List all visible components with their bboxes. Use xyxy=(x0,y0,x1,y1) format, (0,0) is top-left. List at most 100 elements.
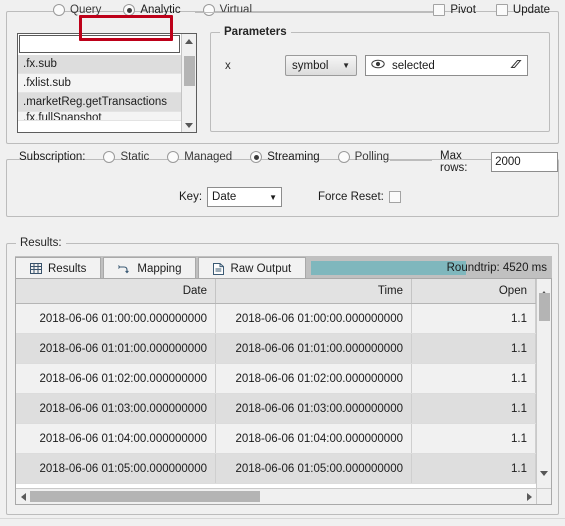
results-panel: Results: Results Mapping Raw Output Roun… xyxy=(6,237,559,515)
results-table[interactable]: Date Time Open 2018-06-06 01:00:00.00000… xyxy=(15,278,552,505)
table-scroll-thumb[interactable] xyxy=(539,293,550,321)
header-divider-rule xyxy=(195,12,435,13)
table-row[interactable]: 2018-06-06 01:00:00.000000000 2018-06-06… xyxy=(16,304,536,334)
radio-streaming[interactable]: Streaming xyxy=(250,151,320,163)
roundtrip-status-area: Roundtrip: 4520 ms xyxy=(308,257,552,279)
subscription-divider-rule xyxy=(390,160,432,161)
radio-polling-label: Polling xyxy=(354,151,390,163)
table-horizontal-scrollbar[interactable] xyxy=(16,488,551,504)
results-table-body-area: Date Time Open 2018-06-06 01:00:00.00000… xyxy=(16,279,551,488)
force-reset-checkbox[interactable] xyxy=(388,191,401,203)
table-grid-icon xyxy=(30,263,42,274)
mode-radio-group: Query Analytic Virtual xyxy=(53,4,252,16)
cell-time: 2018-06-06 01:03:00.000000000 xyxy=(216,394,412,423)
table-rows: 2018-06-06 01:00:00.000000000 2018-06-06… xyxy=(16,304,536,488)
tab-mapping[interactable]: Mapping xyxy=(103,257,197,279)
cell-time: 2018-06-06 01:01:00.000000000 xyxy=(216,334,412,363)
parameter-type-value: symbol xyxy=(292,59,329,72)
list-item[interactable]: .fx.fullSnapshot xyxy=(18,112,181,121)
radio-virtual[interactable]: Virtual xyxy=(202,4,252,16)
column-header-open[interactable]: Open xyxy=(412,279,536,303)
radio-query-indicator xyxy=(53,4,65,16)
listbox-vertical-scrollbar[interactable] xyxy=(181,34,196,132)
radio-virtual-indicator xyxy=(202,4,215,16)
subscription-label: Subscription: xyxy=(19,151,86,163)
table-row[interactable]: 2018-06-06 01:04:00.000000000 2018-06-06… xyxy=(16,424,536,454)
hscroll-thumb[interactable] xyxy=(30,491,260,502)
cell-open: 1.1 xyxy=(412,304,536,333)
list-item[interactable]: .marketReg.getTransactions xyxy=(18,93,181,112)
hscroll-track[interactable] xyxy=(30,489,522,504)
radio-static[interactable]: Static xyxy=(103,151,149,163)
force-reset-label: Force Reset: xyxy=(318,191,384,203)
radio-static-label: Static xyxy=(120,151,150,163)
tab-results[interactable]: Results xyxy=(15,257,102,279)
hscroll-inner[interactable] xyxy=(16,489,536,504)
column-header-date[interactable]: Date xyxy=(16,279,216,303)
table-scroll-down-button[interactable] xyxy=(540,471,548,488)
listbox-items: .fx.sub .fxlist.sub .marketReg.getTransa… xyxy=(18,55,181,132)
parameters-legend: Parameters xyxy=(220,26,291,38)
radio-streaming-label: Streaming xyxy=(267,151,320,163)
results-legend: Results: xyxy=(16,237,66,249)
cell-open: 1.1 xyxy=(412,334,536,363)
radio-polling[interactable]: Polling xyxy=(337,151,390,163)
force-reset-control: Force Reset: xyxy=(318,191,401,203)
object-browser-listbox[interactable]: .fx.sub .fxlist.sub .marketReg.getTransa… xyxy=(17,33,197,133)
checkbox-pivot[interactable]: Pivot xyxy=(433,4,476,16)
radio-static-indicator xyxy=(103,151,116,163)
radio-query[interactable]: Query xyxy=(53,4,101,16)
max-rows-label: Max rows: xyxy=(440,150,468,174)
radio-streaming-indicator xyxy=(250,151,263,163)
scroll-track[interactable] xyxy=(182,48,196,118)
cell-open: 1.1 xyxy=(412,364,536,393)
radio-virtual-label: Virtual xyxy=(219,4,252,16)
scroll-thumb[interactable] xyxy=(184,56,195,86)
checkbox-update[interactable]: Update xyxy=(495,4,550,16)
table-row[interactable]: 2018-06-06 01:02:00.000000000 2018-06-06… xyxy=(16,364,536,394)
max-rows-input[interactable]: 2000 xyxy=(491,152,558,172)
listbox-content: .fx.sub .fxlist.sub .marketReg.getTransa… xyxy=(18,34,181,132)
parameter-type-dropdown[interactable]: symbol ▼ xyxy=(285,55,357,76)
roundtrip-progress-bar xyxy=(311,261,467,275)
column-header-time[interactable]: Time xyxy=(216,279,412,303)
radio-polling-indicator xyxy=(337,151,350,163)
mapping-arrow-icon xyxy=(118,264,131,274)
table-vertical-scrollbar[interactable] xyxy=(536,279,551,488)
table-row[interactable]: 2018-06-06 01:03:00.000000000 2018-06-06… xyxy=(16,394,536,424)
table-row[interactable]: 2018-06-06 01:01:00.000000000 2018-06-06… xyxy=(16,334,536,364)
cell-time: 2018-06-06 01:04:00.000000000 xyxy=(216,424,412,453)
chevron-down-icon: ▼ xyxy=(342,60,350,70)
roundtrip-label: Roundtrip: 4520 ms xyxy=(446,262,547,274)
table-scroll-up-button[interactable] xyxy=(540,279,548,296)
radio-analytic[interactable]: Analytic xyxy=(123,4,181,16)
cell-time: 2018-06-06 01:02:00.000000000 xyxy=(216,364,412,393)
triangle-up-icon xyxy=(185,38,193,44)
parameter-row: x symbol ▼ selected xyxy=(225,55,528,76)
subscription-options-row: Key: Date ▼ Force Reset: xyxy=(179,187,401,207)
cell-date: 2018-06-06 01:04:00.000000000 xyxy=(16,424,216,453)
scroll-up-button[interactable] xyxy=(182,34,196,48)
table-row[interactable]: 2018-06-06 01:05:00.000000000 2018-06-06… xyxy=(16,454,536,484)
parameters-group: Parameters x symbol ▼ selected xyxy=(210,26,550,132)
scroll-down-button[interactable] xyxy=(182,118,196,132)
triangle-right-icon xyxy=(526,492,532,501)
list-item[interactable]: .fx.sub xyxy=(18,55,181,74)
eye-icon[interactable] xyxy=(371,59,385,72)
cell-time: 2018-06-06 01:05:00.000000000 xyxy=(216,454,412,483)
scroll-right-button[interactable] xyxy=(522,489,536,504)
key-dropdown[interactable]: Date ▼ xyxy=(207,187,283,207)
table-scroll-track[interactable] xyxy=(537,291,551,476)
radio-managed[interactable]: Managed xyxy=(167,151,232,163)
mode-panel: Query Analytic Virtual Pivot Update .fx.… xyxy=(6,4,559,144)
eraser-icon[interactable] xyxy=(508,59,522,72)
parameter-value-field[interactable]: selected xyxy=(365,55,528,76)
tab-raw-output[interactable]: Raw Output xyxy=(198,257,307,279)
key-value: Date xyxy=(212,191,237,203)
key-control: Key: Date ▼ xyxy=(179,187,283,207)
filter-input[interactable] xyxy=(19,35,180,53)
list-item[interactable]: .fxlist.sub xyxy=(18,74,181,93)
max-rows-control: Max rows: 2000 xyxy=(440,150,558,174)
scroll-left-button[interactable] xyxy=(16,489,30,504)
query-builder-window: Query Analytic Virtual Pivot Update .fx.… xyxy=(0,0,565,526)
